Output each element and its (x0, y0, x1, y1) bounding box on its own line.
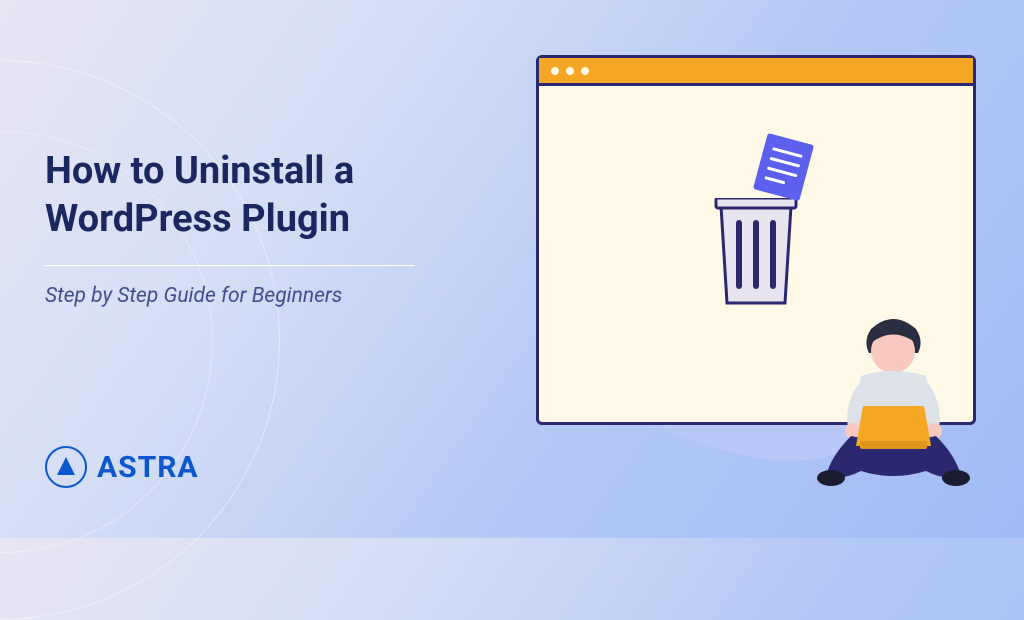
logo-text: ASTRA (97, 450, 199, 485)
trash-bin-icon (711, 198, 801, 308)
browser-dot-icon (581, 67, 589, 75)
brand-logo: ASTRA (45, 446, 199, 488)
title-divider (45, 265, 415, 266)
background-circle-decoration (0, 60, 280, 620)
page-subtitle: Step by Step Guide for Beginners (45, 284, 465, 308)
browser-dot-icon (551, 67, 559, 75)
browser-dot-icon (566, 67, 574, 75)
page-title: How to Uninstall a WordPress Plugin (45, 148, 465, 243)
trash-illustration (711, 198, 801, 312)
astra-logo-icon (45, 446, 87, 488)
browser-title-bar (539, 58, 973, 86)
logo-triangle-shape (57, 457, 75, 475)
document-icon (752, 132, 814, 204)
text-content-area: How to Uninstall a WordPress Plugin Step… (45, 148, 465, 308)
illustration-area (536, 55, 976, 425)
person-with-laptop-icon (796, 301, 991, 500)
